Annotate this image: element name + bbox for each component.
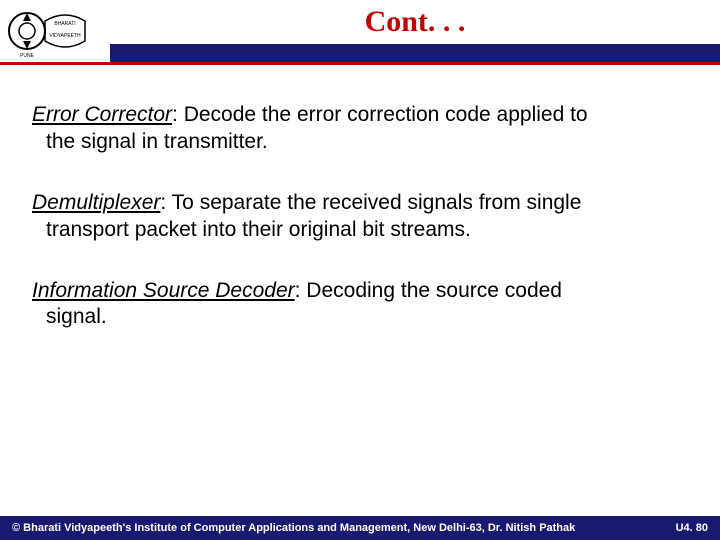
slide-title: Cont. . . (365, 5, 466, 39)
content-area: Error Corrector: Decode the error correc… (32, 102, 688, 365)
desc-text: : Decode the error correction code appli… (172, 103, 588, 126)
desc-text-cont: transport packet into their original bit… (32, 217, 688, 244)
paragraph-demultiplexer: Demultiplexer: To separate the received … (32, 190, 688, 244)
footer-copyright: © Bharati Vidyapeeth's Institute of Comp… (12, 522, 575, 534)
slide: BHARATI VIDYAPEETH PUNE Cont. . . Error … (0, 0, 720, 540)
term: Error Corrector (32, 103, 172, 126)
desc-text: : Decoding the source coded (295, 279, 562, 302)
title-strip (110, 44, 720, 62)
logo: BHARATI VIDYAPEETH PUNE (0, 0, 110, 62)
desc-text-cont: the signal in transmitter. (32, 129, 688, 156)
footer-page-number: U4. 80 (676, 522, 708, 534)
title-area: Cont. . . (110, 0, 720, 44)
paragraph-info-source-decoder: Information Source Decoder: Decoding the… (32, 278, 688, 332)
header-underline (0, 62, 720, 65)
footer-bar: © Bharati Vidyapeeth's Institute of Comp… (0, 516, 720, 540)
university-logo-icon: BHARATI VIDYAPEETH PUNE (5, 3, 105, 59)
desc-text: : To separate the received signals from … (160, 191, 581, 214)
term: Information Source Decoder (32, 279, 295, 302)
desc-text-cont: signal. (32, 304, 688, 331)
paragraph-error-corrector: Error Corrector: Decode the error correc… (32, 102, 688, 156)
svg-text:BHARATI: BHARATI (54, 21, 75, 27)
svg-text:VIDYAPEETH: VIDYAPEETH (49, 33, 81, 39)
svg-text:PUNE: PUNE (20, 53, 35, 59)
term: Demultiplexer (32, 191, 160, 214)
